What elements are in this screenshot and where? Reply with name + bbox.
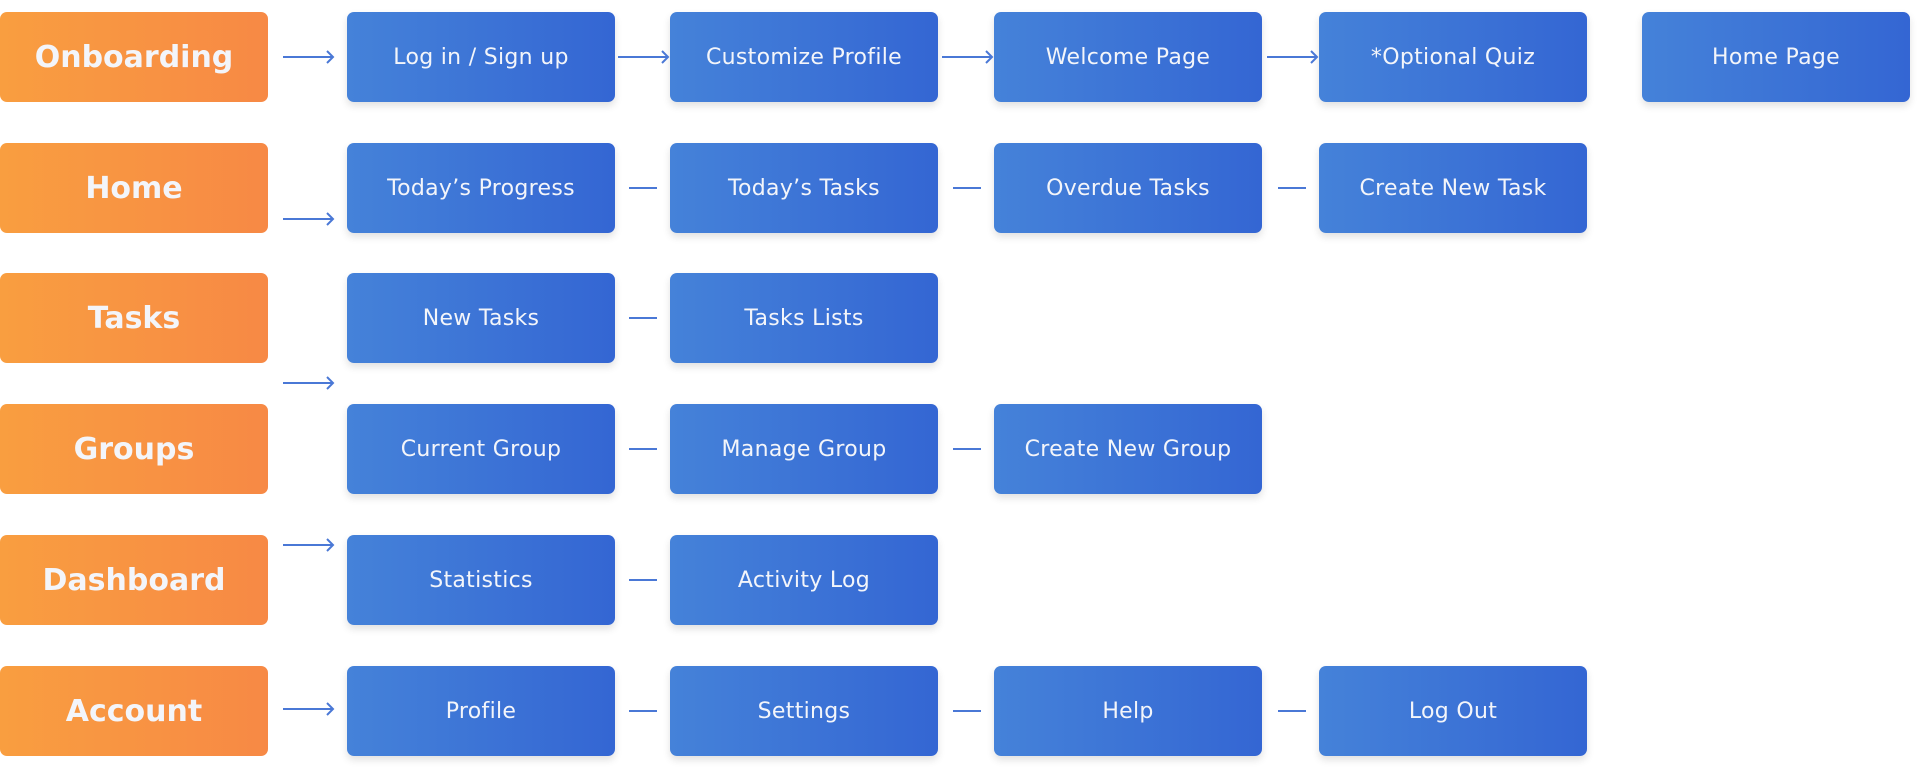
node-customize-profile: Customize Profile: [670, 12, 938, 102]
node-help: Help: [994, 666, 1262, 756]
connector-line: [629, 710, 657, 712]
connector-line: [953, 448, 981, 450]
node-today-s-tasks: Today’s Tasks: [670, 143, 938, 233]
section-groups: Groups: [0, 404, 268, 494]
section-dashboard: Dashboard: [0, 535, 268, 625]
section-arrow: [283, 538, 335, 552]
section-arrow: [283, 376, 335, 390]
node-create-new-group: Create New Group: [994, 404, 1262, 494]
section-home: Home: [0, 143, 268, 233]
connector-line: [629, 579, 657, 581]
section-onboarding: Onboarding: [0, 12, 268, 102]
connector-line: [953, 710, 981, 712]
node-home-page: Home Page: [1642, 12, 1910, 102]
node-profile: Profile: [347, 666, 615, 756]
node-welcome-page: Welcome Page: [994, 12, 1262, 102]
connector-line: [1278, 710, 1306, 712]
node-log-out: Log Out: [1319, 666, 1587, 756]
node-statistics: Statistics: [347, 535, 615, 625]
section-arrow: [283, 50, 335, 64]
node-settings: Settings: [670, 666, 938, 756]
flow-arrow: [1267, 50, 1319, 64]
flow-arrow: [942, 50, 994, 64]
node-create-new-task: Create New Task: [1319, 143, 1587, 233]
node-optional-quiz: *Optional Quiz: [1319, 12, 1587, 102]
node-activity-log: Activity Log: [670, 535, 938, 625]
node-today-s-progress: Today’s Progress: [347, 143, 615, 233]
connector-line: [629, 317, 657, 319]
node-overdue-tasks: Overdue Tasks: [994, 143, 1262, 233]
section-tasks: Tasks: [0, 273, 268, 363]
node-current-group: Current Group: [347, 404, 615, 494]
section-arrow: [283, 212, 335, 226]
section-arrow: [283, 702, 335, 716]
flow-arrow: [618, 50, 670, 64]
connector-line: [953, 187, 981, 189]
connector-line: [629, 448, 657, 450]
node-new-tasks: New Tasks: [347, 273, 615, 363]
node-manage-group: Manage Group: [670, 404, 938, 494]
connector-line: [1278, 187, 1306, 189]
section-account: Account: [0, 666, 268, 756]
connector-line: [629, 187, 657, 189]
node-tasks-lists: Tasks Lists: [670, 273, 938, 363]
node-log-in-sign-up: Log in / Sign up: [347, 12, 615, 102]
